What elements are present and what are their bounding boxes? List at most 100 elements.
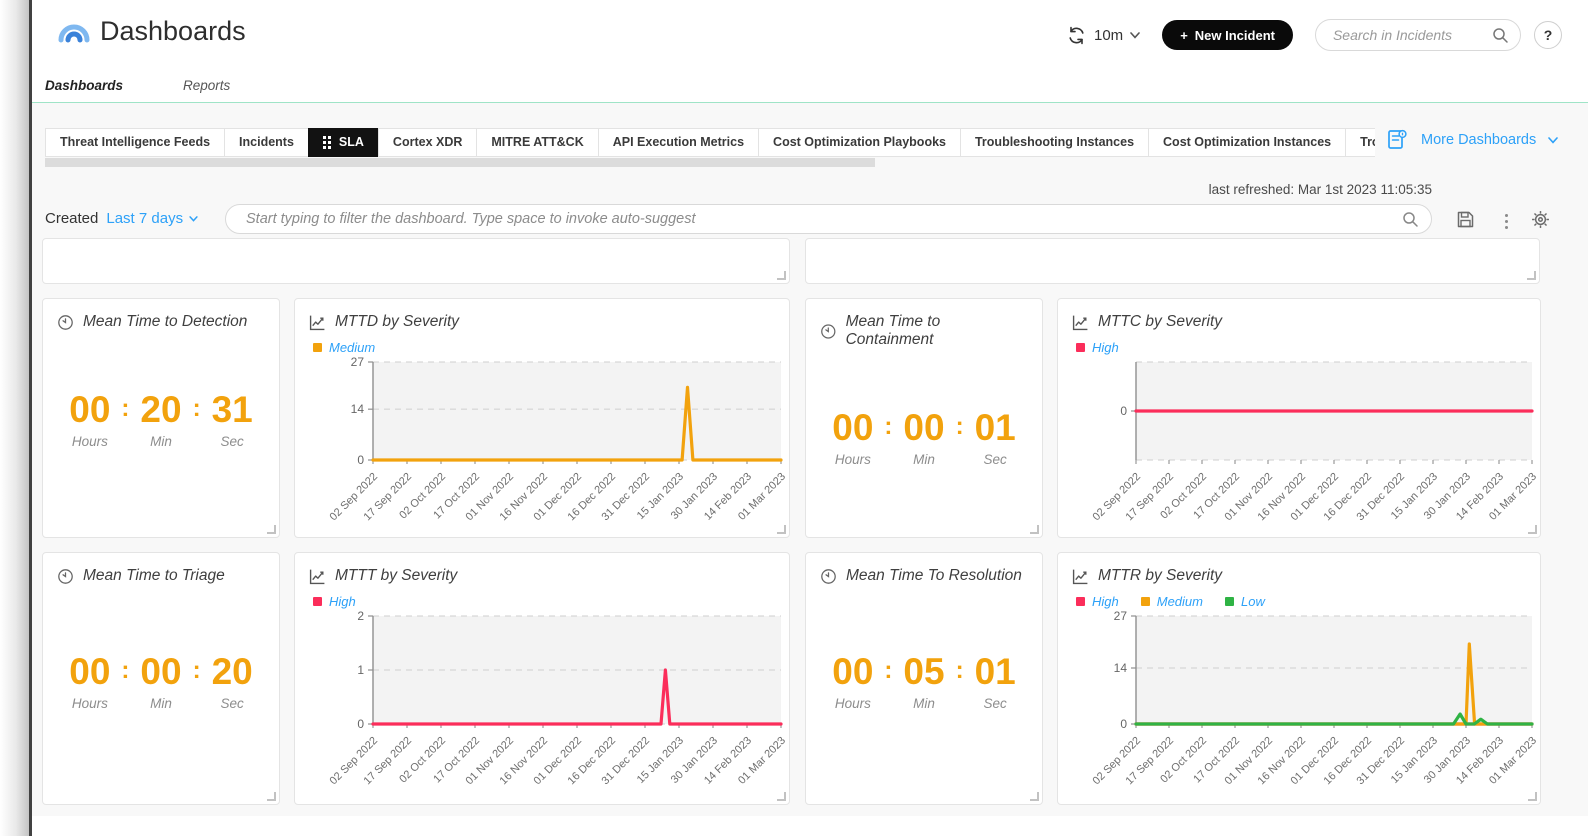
dashboard-tab-label: Cost Optimization Instances [1163,135,1331,149]
y-axis: 01427 [1114,611,1136,731]
time-display: 00Hours : 20Min : 31Sec [43,391,279,449]
minutes-value: 00 [903,409,944,446]
new-incident-button[interactable]: + New Incident [1162,20,1293,50]
legend-item-medium[interactable]: Medium [313,340,375,355]
legend-label: Medium [329,340,375,355]
dashboard-tab-troubleshooting-playbo[interactable]: Troubleshooting Playbo [1345,128,1375,157]
legend-item-low[interactable]: Low [1225,594,1265,609]
dashboard-tab-mitre-att-ck[interactable]: MITRE ATT&CK [476,128,598,157]
hours-value: 00 [832,653,873,690]
chart-title: MTTR by Severity [1098,567,1222,585]
resize-handle[interactable] [1030,525,1039,534]
help-button[interactable]: ? [1534,21,1562,49]
header-actions: 10m + New Incident ? [1066,20,1562,50]
resize-handle[interactable] [1030,792,1039,801]
dashboard-tab-troubleshooting-instances[interactable]: Troubleshooting Instances [960,128,1149,157]
resize-handle[interactable] [777,271,786,280]
time-separator: : [121,653,129,683]
date-range-label: Last 7 days [106,210,183,227]
card-title: MTTD by Severity [295,299,789,331]
hours-unit: Hours [835,452,871,467]
chart-canvas: 0 02 Sep 202217 Sep 202202 Oct 202217 Oct… [1058,357,1540,525]
x-axis-labels: 02 Sep 202217 Sep 202202 Oct 202217 Oct … [1091,460,1540,523]
partial-card [42,238,790,284]
resize-handle[interactable] [777,525,786,534]
search-icon[interactable] [1492,27,1509,44]
svg-text:14: 14 [1114,661,1128,675]
chart-card-mttr-by-severity: MTTR by Severity HighMediumLow 0142702 S… [1057,552,1541,805]
hours-value: 00 [832,409,873,446]
metric-card-mean-time-to-resolution: Mean Time To Resolution 00Hours : 05Min … [805,552,1043,805]
more-options-button[interactable] [1499,212,1514,231]
svg-text:0: 0 [1120,404,1127,418]
clock-icon [820,568,837,585]
dashboard-tab-label: MITRE ATT&CK [491,135,583,149]
metric-card-mean-time-to-containment: Mean Time to Containment 00Hours : 00Min… [805,298,1043,538]
incident-search-input[interactable] [1331,26,1492,44]
svg-text:2: 2 [357,611,364,623]
resize-handle[interactable] [1528,525,1537,534]
dashboard-tab-label: Troubleshooting Instances [975,135,1134,149]
dashboard-tab-label: SLA [339,129,364,156]
chart-title: MTTT by Severity [335,567,457,585]
line-chart-icon [1072,314,1089,331]
date-range-dropdown[interactable]: Last 7 days [106,210,198,227]
time-separator: : [193,391,201,421]
gear-icon [1531,210,1550,229]
search-icon[interactable] [1402,211,1419,228]
card-title: Mean Time To Resolution [806,553,1042,585]
save-dashboard-button[interactable] [1456,210,1475,234]
seconds-unit: Sec [221,696,244,711]
dashboard-tab-incidents[interactable]: Incidents [224,128,309,157]
dashboard-tab-api-execution-metrics[interactable]: API Execution Metrics [598,128,759,157]
legend-item-high[interactable]: High [1076,340,1119,355]
tabs-scrollbar-thumb[interactable] [45,158,875,167]
metric-title: Mean Time To Resolution [846,567,1022,585]
plus-icon: + [1180,28,1188,43]
dashboard-tab-label: Cortex XDR [393,135,462,149]
time-separator: : [193,653,201,683]
time-separator: : [884,653,892,683]
dashboard-tab-sla[interactable]: SLA [308,128,379,157]
dashboard-tab-cost-optimization-playbooks[interactable]: Cost Optimization Playbooks [758,128,961,157]
dashboard-tab-label: Cost Optimization Playbooks [773,135,946,149]
x-axis-labels: 02 Sep 202217 Sep 202202 Oct 202217 Oct … [1091,724,1540,787]
dashboard-filter [225,204,1432,234]
hours-value: 00 [69,653,110,690]
resize-handle[interactable] [267,792,276,801]
bottom-strip [32,816,1588,836]
auto-refresh-control[interactable]: 10m [1066,25,1140,46]
clock-icon [57,314,74,331]
svg-text:0: 0 [1120,717,1127,731]
metric-title: Mean Time to Containment [846,313,1028,349]
dashboard-tab-label: Incidents [239,135,294,149]
legend-item-medium[interactable]: Medium [1141,594,1203,609]
resize-handle[interactable] [1528,792,1537,801]
dashboard-tab-cortex-xdr[interactable]: Cortex XDR [378,128,477,157]
time-display: 00Hours : 00Min : 01Sec [806,409,1042,467]
hours-unit: Hours [835,696,871,711]
resize-handle[interactable] [267,525,276,534]
chart-svg: 01202 Sep 202217 Sep 202202 Oct 202217 O… [295,611,789,789]
dashboard-filter-input[interactable] [244,210,1402,228]
dashboard-tab-cost-optimization-instances[interactable]: Cost Optimization Instances [1148,128,1346,157]
chart-svg: 0142702 Sep 202217 Sep 202202 Oct 202217… [295,357,789,525]
resize-handle[interactable] [1527,271,1536,280]
legend-item-high[interactable]: High [313,594,356,609]
legend-swatch [1076,597,1085,606]
metric-card-mean-time-to-triage: Mean Time to Triage 00Hours : 00Min : 20… [42,552,280,805]
legend-label: High [1092,594,1119,609]
legend-item-high[interactable]: High [1076,594,1119,609]
chevron-down-icon [1548,137,1558,144]
legend-label: Low [1241,594,1265,609]
seconds-unit: Sec [984,452,1007,467]
more-dashboards-control[interactable]: More Dashboards [1385,128,1558,152]
created-label: Created [45,210,98,227]
resize-handle[interactable] [777,792,786,801]
clock-icon [57,568,74,585]
chart-card-mttd-by-severity: MTTD by Severity Medium 0142702 Sep 2022… [294,298,790,538]
dashboard-tab-threat-intelligence-feeds[interactable]: Threat Intelligence Feeds [45,128,225,157]
settings-button[interactable] [1531,210,1550,234]
dashboard-tab-strip: Threat Intelligence Feeds Incidents SLA Cor… [45,128,1375,157]
svg-text:27: 27 [351,357,365,369]
